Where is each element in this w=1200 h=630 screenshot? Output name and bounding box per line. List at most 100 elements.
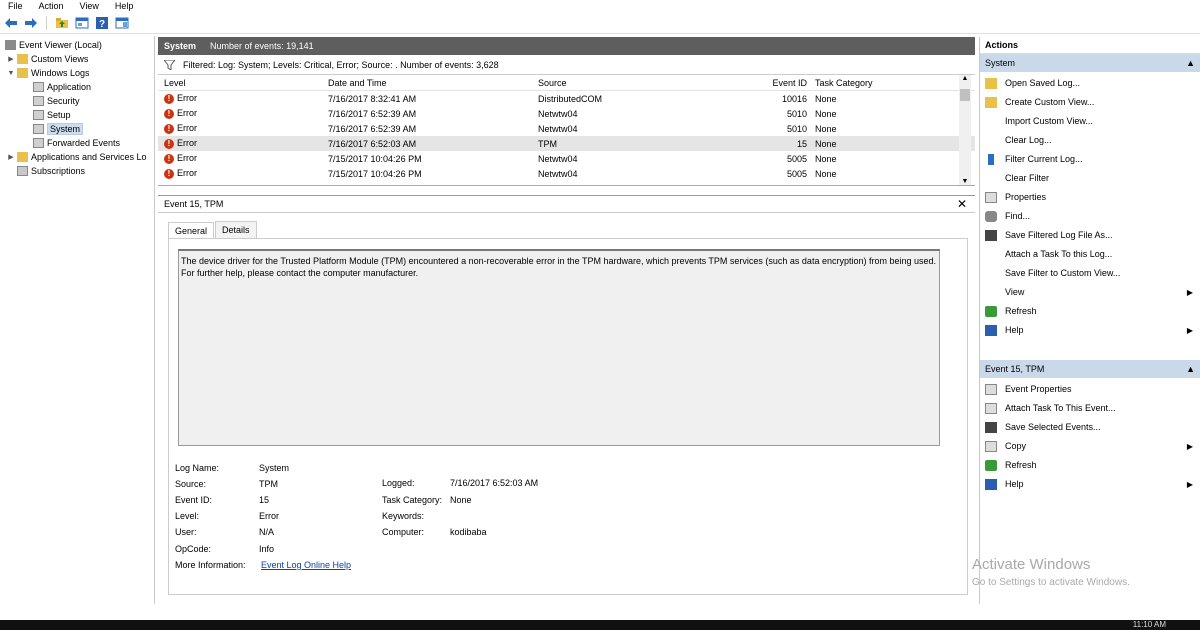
action-attach-task-to-event[interactable]: Attach Task To This Event... [980, 399, 1200, 417]
event-description[interactable]: The device driver for the Trusted Platfo… [178, 249, 940, 446]
cell-event-id: 15 [796, 138, 807, 149]
error-icon: ! [164, 153, 174, 164]
blank-icon [985, 116, 997, 127]
table-row[interactable]: ! Error 7/15/2017 10:04:26 PM Netwtw04 50… [158, 166, 975, 181]
save-icon [985, 229, 997, 241]
column-header-event-id[interactable]: Event ID [673, 78, 813, 88]
action-help[interactable]: Help ▶ [980, 321, 1200, 339]
filter-icon [985, 153, 997, 165]
help-button[interactable]: ? [94, 15, 110, 31]
action-create-custom-view[interactable]: Create Custom View... [980, 93, 1200, 111]
column-header-level[interactable]: Level [158, 78, 328, 88]
tree-item-windows-logs[interactable]: ▼ Windows Logs [6, 66, 90, 80]
folder-up-icon [56, 17, 68, 28]
action-refresh[interactable]: Refresh [980, 302, 1200, 320]
menu-view[interactable]: View [72, 1, 107, 11]
scroll-up-icon[interactable]: ▲ [962, 75, 969, 82]
show-hide-tree-button[interactable] [74, 15, 90, 31]
table-row[interactable]: ! Error 7/15/2017 10:04:26 PM Netwtw04 50… [158, 151, 975, 166]
help-icon: ? [96, 16, 108, 29]
forward-button[interactable] [23, 15, 39, 31]
scroll-thumb[interactable] [960, 89, 970, 101]
action-refresh-event[interactable]: Refresh [980, 456, 1200, 474]
cell-date: 7/16/2017 6:52:39 AM [328, 108, 417, 119]
table-row[interactable]: ! Error 7/16/2017 6:52:39 AM Netwtw04 501… [158, 121, 975, 136]
tree-item-setup[interactable]: Setup [32, 108, 71, 122]
action-save-filter-to-custom-view[interactable]: Save Filter to Custom View... [980, 264, 1200, 282]
collapse-section-icon[interactable]: ▲ [1186, 58, 1195, 68]
menu-help[interactable]: Help [107, 1, 142, 11]
back-button[interactable] [3, 15, 19, 31]
tree-item-system[interactable]: System [32, 122, 84, 136]
menu-file[interactable]: File [0, 1, 31, 11]
table-row[interactable]: ! Error 7/16/2017 8:32:41 AM DistributedC… [158, 91, 975, 106]
folder-icon [17, 54, 28, 64]
tree-item-label: Setup [47, 110, 71, 120]
action-import-custom-view[interactable]: Import Custom View... [980, 112, 1200, 130]
tree-item-custom-views[interactable]: ▶ Custom Views [6, 52, 88, 66]
action-label: Clear Log... [1005, 135, 1052, 145]
grid-vertical-scrollbar[interactable]: ▲ ▼ [959, 75, 971, 185]
actions-section-system[interactable]: System ▲ [980, 54, 1200, 72]
table-row[interactable]: ! Error 7/16/2017 6:52:39 AM Netwtw04 501… [158, 106, 975, 121]
up-folder-button[interactable] [54, 15, 70, 31]
svg-text:?: ? [99, 19, 105, 29]
action-filter-current-log[interactable]: Filter Current Log... [980, 150, 1200, 168]
column-header-date[interactable]: Date and Time [328, 78, 538, 88]
tab-general[interactable]: General [168, 222, 215, 239]
actions-section-event[interactable]: Event 15, TPM ▲ [980, 360, 1200, 378]
action-open-saved-log[interactable]: Open Saved Log... [980, 74, 1200, 92]
label-event-id: Event ID: [175, 495, 213, 505]
tree-item-subscriptions[interactable]: Subscriptions [16, 164, 85, 178]
level-text: Error [177, 93, 197, 104]
cell-source: Netwtw04 [538, 153, 578, 164]
close-icon[interactable]: ✕ [957, 197, 967, 211]
cell-date: 7/16/2017 6:52:39 AM [328, 123, 417, 134]
cell-event-id: 10016 [781, 93, 807, 104]
task-icon [985, 402, 997, 414]
collapse-chevron-icon[interactable]: ▼ [6, 70, 16, 77]
tree-item-security[interactable]: Security [32, 94, 80, 108]
action-save-selected-events[interactable]: Save Selected Events... [980, 418, 1200, 436]
value-user: N/A [259, 527, 275, 537]
tab-details[interactable]: Details [215, 221, 257, 238]
action-properties[interactable]: Properties [980, 188, 1200, 206]
activate-windows-watermark: Activate Windows [972, 556, 1091, 573]
action-event-properties[interactable]: Event Properties [980, 380, 1200, 398]
scroll-down-icon[interactable]: ▼ [962, 178, 969, 185]
collapse-section-icon[interactable]: ▲ [1186, 364, 1195, 374]
tree-item-applications-services[interactable]: ▶ Applications and Services Lo [6, 150, 147, 164]
table-row-selected[interactable]: ! Error 7/16/2017 6:52:03 AM TPM 15 None [158, 136, 975, 151]
event-log-online-help-link[interactable]: Event Log Online Help [261, 560, 351, 570]
action-view[interactable]: View ▶ [980, 283, 1200, 301]
section-label: Event 15, TPM [985, 364, 1045, 374]
taskbar-clock[interactable]: 11:10 AM [1133, 620, 1166, 629]
menu-action[interactable]: Action [31, 1, 72, 11]
label-source: Source: [175, 479, 207, 489]
filter-folder-icon [985, 96, 997, 108]
action-save-filtered-log[interactable]: Save Filtered Log File As... [980, 226, 1200, 244]
submenu-arrow-icon: ▶ [1186, 325, 1193, 335]
cell-task: None [815, 123, 837, 134]
action-find[interactable]: Find... [980, 207, 1200, 225]
actions-list-system: Open Saved Log... Create Custom View... … [980, 72, 1200, 360]
tree-item-application[interactable]: Application [32, 80, 91, 94]
menu-bar: File Action View Help [0, 0, 1200, 12]
tree-item-event-viewer[interactable]: Event Viewer (Local) [4, 38, 102, 52]
column-header-source[interactable]: Source [538, 78, 673, 88]
cell-source: Netwtw04 [538, 168, 578, 179]
action-clear-filter[interactable]: Clear Filter [980, 169, 1200, 187]
expand-chevron-icon[interactable]: ▶ [6, 153, 16, 161]
action-label: Find... [1005, 211, 1031, 221]
action-label: Event Properties [1005, 384, 1072, 394]
column-header-task-category[interactable]: Task Category [813, 78, 953, 88]
toolbar: ? [0, 12, 1200, 34]
expand-chevron-icon[interactable]: ▶ [6, 55, 16, 63]
action-clear-log[interactable]: Clear Log... [980, 131, 1200, 149]
action-help-event[interactable]: Help ▶ [980, 475, 1200, 493]
action-attach-task-to-log[interactable]: Attach a Task To this Log... [980, 245, 1200, 263]
forward-arrow-icon [25, 17, 37, 28]
show-action-pane-button[interactable] [114, 15, 130, 31]
tree-item-forwarded-events[interactable]: Forwarded Events [32, 136, 120, 150]
action-copy[interactable]: Copy ▶ [980, 437, 1200, 455]
